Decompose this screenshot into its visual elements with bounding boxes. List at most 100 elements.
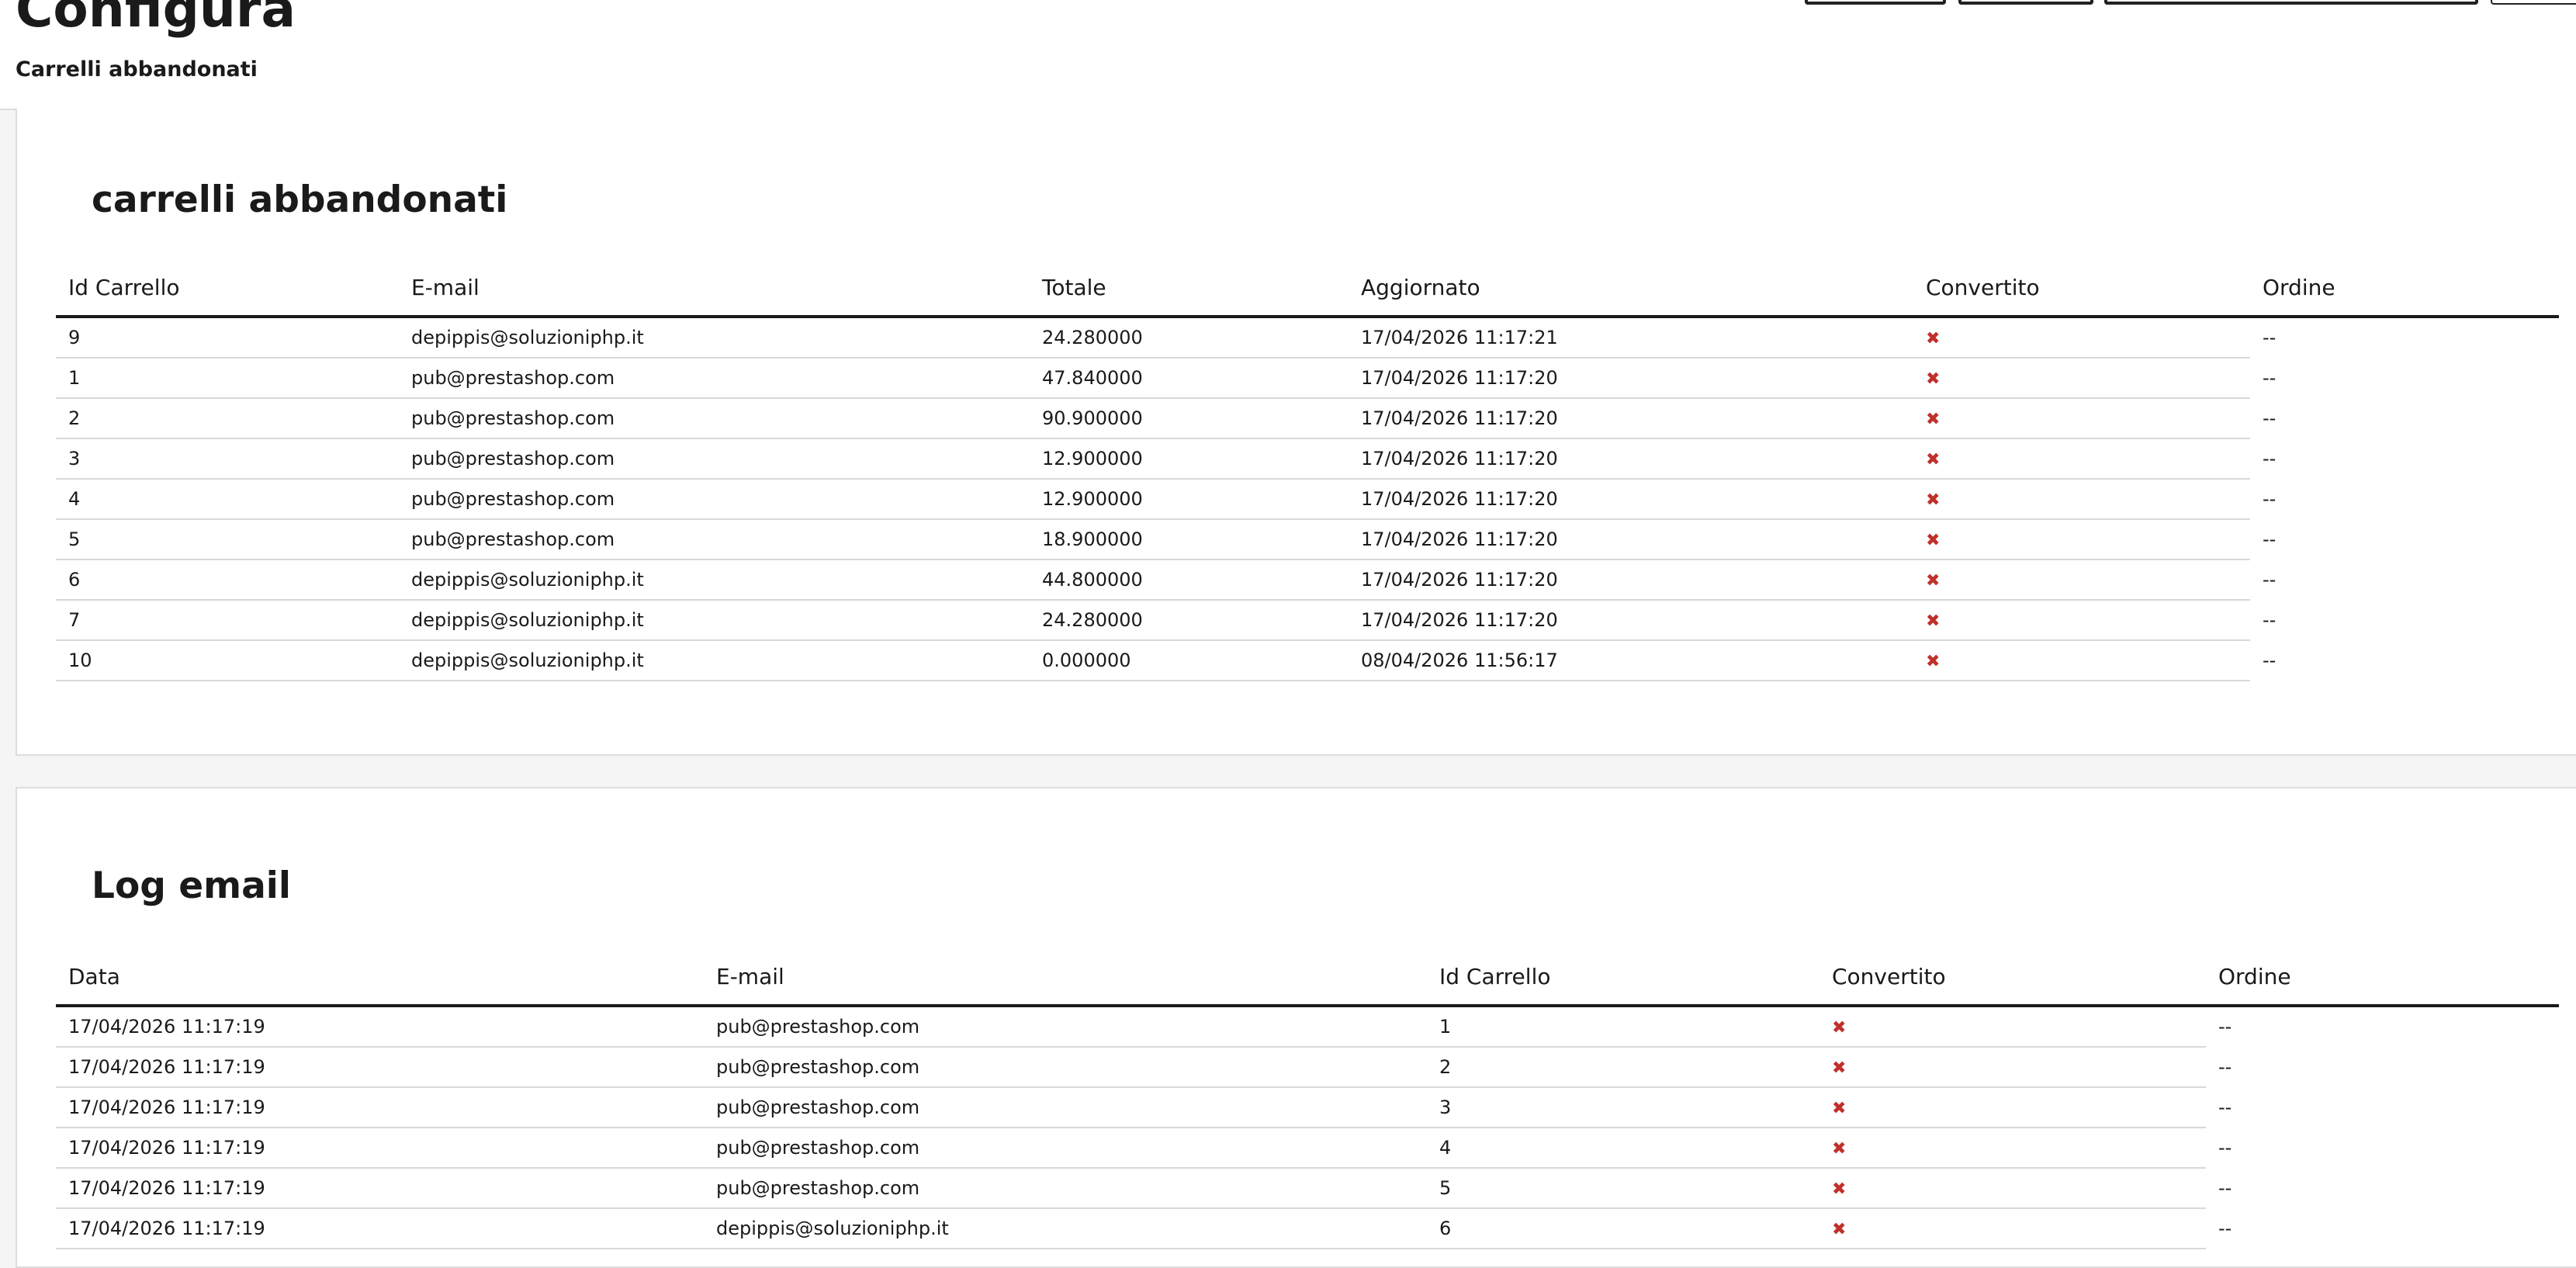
table-cell: 0.000000	[1030, 640, 1349, 681]
table-cell: 9	[56, 317, 399, 359]
cross-icon: ✖	[1832, 1099, 1847, 1118]
table-cell: --	[2263, 407, 2277, 429]
table-cell: depippis@soluzioniphp.it	[399, 640, 1030, 681]
table-cell: 24.280000	[1030, 317, 1349, 359]
table-cell: 6	[1427, 1208, 1819, 1249]
table-cell: 1	[56, 358, 399, 399]
cross-icon: ✖	[1926, 531, 1941, 550]
table-row: 17/04/2026 11:17:19 pub@prestashop.com 1 ✖ -…	[56, 1006, 2559, 1048]
table-cell: 17/04/2026 11:17:20	[1349, 519, 1913, 560]
converted-cell: ✖	[1913, 560, 2250, 601]
toolbar-button-1[interactable]	[1805, 0, 1946, 5]
table-row: 17/04/2026 11:17:19 pub@prestashop.com 3 ✖ -…	[56, 1087, 2559, 1128]
converted-cell: ✖	[1819, 1047, 2206, 1088]
abandoned-carts-title: carrelli abbandonati	[92, 178, 508, 221]
table-row: 4 pub@prestashop.com 12.900000 17/04/2026 1…	[56, 479, 2559, 520]
table-cell: --	[2263, 528, 2277, 550]
table-cell: 17/04/2026 11:17:20	[1349, 398, 1913, 439]
table-header-row: Data E-mail Id Carrello Convertito Ordin…	[56, 948, 2559, 1007]
cross-icon: ✖	[1926, 571, 1941, 591]
converted-cell: ✖	[1913, 317, 2250, 359]
table-cell: --	[2263, 569, 2277, 591]
table-cell: pub@prestashop.com	[704, 1128, 1427, 1169]
email-log-rows: 17/04/2026 11:17:19 pub@prestashop.com 1 ✖ -…	[56, 1006, 2559, 1249]
table-cell: 24.280000	[1030, 600, 1349, 641]
converted-cell: ✖	[1819, 1087, 2206, 1128]
table-cell: --	[2263, 367, 2277, 389]
table-cell: pub@prestashop.com	[399, 398, 1030, 439]
table-row: 10 depippis@soluzioniphp.it 0.000000 08/04/…	[56, 640, 2559, 681]
converted-cell: ✖	[1913, 600, 2250, 641]
table-cell: 2	[1427, 1047, 1819, 1088]
table-row: 7 depippis@soluzioniphp.it 24.280000 17/04/…	[56, 600, 2559, 641]
column-header-order[interactable]: Ordine	[2206, 948, 2559, 1007]
table-row: 17/04/2026 11:17:19 pub@prestashop.com 5 ✖ -…	[56, 1168, 2559, 1209]
column-header-cart-id[interactable]: Id Carrello	[1427, 948, 1819, 1007]
table-row: 2 pub@prestashop.com 90.900000 17/04/2026 1…	[56, 398, 2559, 439]
table-cell: pub@prestashop.com	[399, 519, 1030, 560]
column-header-converted[interactable]: Convertito	[1819, 948, 2206, 1007]
table-cell: --	[2218, 1218, 2232, 1239]
column-header-order[interactable]: Ordine	[2250, 259, 2559, 318]
table-cell: --	[2218, 1137, 2232, 1159]
table-cell: 4	[56, 479, 399, 520]
email-log-title: Log email	[92, 864, 292, 907]
table-cell: 17/04/2026 11:17:20	[1349, 600, 1913, 641]
cross-icon: ✖	[1926, 611, 1941, 631]
converted-cell: ✖	[1819, 1208, 2206, 1249]
table-header-row: Id Carrello E-mail Totale Aggiornato Con…	[56, 259, 2559, 318]
table-cell: 5	[56, 519, 399, 560]
table-cell: 18.900000	[1030, 519, 1349, 560]
table-cell: --	[2263, 609, 2277, 631]
table-row: 9 depippis@soluzioniphp.it 24.280000 17/04/…	[56, 317, 2559, 359]
cross-icon: ✖	[1926, 369, 1941, 389]
converted-cell: ✖	[1819, 1168, 2206, 1209]
table-row: 17/04/2026 11:17:19 depippis@soluzioniphp…	[56, 1208, 2559, 1249]
column-header-email[interactable]: E-mail	[399, 259, 1030, 318]
table-cell: 10	[56, 640, 399, 681]
table-cell: 3	[56, 438, 399, 480]
column-header-converted[interactable]: Convertito	[1913, 259, 2250, 318]
table-cell: 17/04/2026 11:17:20	[1349, 438, 1913, 480]
column-header-total[interactable]: Totale	[1030, 259, 1349, 318]
table-cell: 08/04/2026 11:56:17	[1349, 640, 1913, 681]
column-header-cart-id[interactable]: Id Carrello	[56, 259, 399, 318]
table-cell: depippis@soluzioniphp.it	[399, 560, 1030, 601]
table-cell: pub@prestashop.com	[399, 438, 1030, 480]
toolbar-button-2[interactable]	[1958, 0, 2093, 5]
converted-cell: ✖	[1913, 479, 2250, 520]
table-cell: 1	[1427, 1006, 1819, 1048]
cross-icon: ✖	[1832, 1018, 1847, 1038]
table-cell: --	[2263, 650, 2277, 671]
abandoned-carts-rows: 9 depippis@soluzioniphp.it 24.280000 17/04/…	[56, 317, 2559, 681]
toolbar-button-4[interactable]	[2491, 0, 2576, 5]
table-row: 5 pub@prestashop.com 18.900000 17/04/2026 1…	[56, 519, 2559, 560]
table-cell: 44.800000	[1030, 560, 1349, 601]
page-title: Configura	[16, 0, 296, 39]
converted-cell: ✖	[1819, 1006, 2206, 1048]
column-header-date[interactable]: Data	[56, 948, 704, 1007]
table-cell: 4	[1427, 1128, 1819, 1169]
email-log-table: Data E-mail Id Carrello Convertito Ordin…	[56, 948, 2559, 1249]
table-cell: 17/04/2026 11:17:19	[56, 1208, 704, 1249]
table-cell: depippis@soluzioniphp.it	[399, 600, 1030, 641]
table-cell: pub@prestashop.com	[704, 1047, 1427, 1088]
column-header-email[interactable]: E-mail	[704, 948, 1427, 1007]
table-cell: 3	[1427, 1087, 1819, 1128]
table-cell: --	[2263, 448, 2277, 469]
cross-icon: ✖	[1926, 490, 1941, 510]
table-row: 3 pub@prestashop.com 12.900000 17/04/2026 1…	[56, 438, 2559, 480]
converted-cell: ✖	[1819, 1128, 2206, 1169]
cross-icon: ✖	[1926, 329, 1941, 348]
table-cell: pub@prestashop.com	[704, 1006, 1427, 1048]
table-cell: 17/04/2026 11:17:19	[56, 1168, 704, 1209]
column-header-updated[interactable]: Aggiornato	[1349, 259, 1913, 318]
abandoned-carts-panel: carrelli abbandonati Id Carrello E-mail …	[16, 109, 2576, 756]
cross-icon: ✖	[1832, 1139, 1847, 1159]
page-header: Configura Carrelli abbandonati	[0, 0, 2576, 110]
table-row: 17/04/2026 11:17:19 pub@prestashop.com 4 ✖ -…	[56, 1128, 2559, 1169]
toolbar-button-3[interactable]	[2104, 0, 2478, 5]
converted-cell: ✖	[1913, 640, 2250, 681]
cross-icon: ✖	[1832, 1180, 1847, 1199]
table-cell: 17/04/2026 11:17:20	[1349, 479, 1913, 520]
